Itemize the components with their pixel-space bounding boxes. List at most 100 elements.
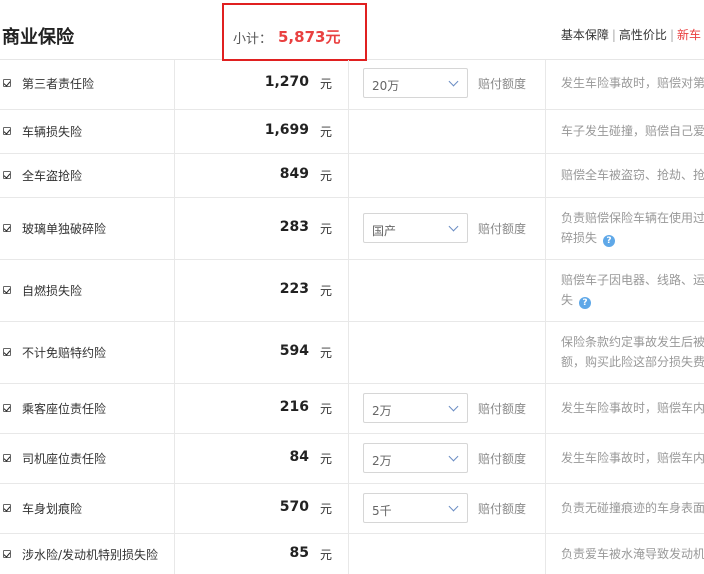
column-divider (545, 110, 546, 153)
price-unit: 元 (320, 402, 333, 416)
column-divider (545, 434, 546, 483)
insurance-row: 自燃损失险 223 元 赔偿车子因电器、线路、运失? (0, 260, 704, 322)
column-divider (348, 110, 349, 153)
limit-label: 赔付额度 (478, 222, 527, 236)
insurance-row: 乘客座位责任险 216 元 2万 赔付额度 发生车险事故时，赔偿车内 (0, 384, 704, 434)
chevron-down-icon (448, 76, 459, 87)
description-line: 负责爱车被水淹导致发动机 (561, 547, 704, 561)
price-unit: 元 (320, 222, 333, 236)
price-unit: 元 (320, 169, 333, 183)
package-tab-value[interactable]: 高性价比 (616, 28, 670, 42)
column-divider (174, 60, 175, 109)
header: 商业保险 小计： 5,873元 基本保障 | 高性价比 | 新车 (0, 0, 704, 61)
column-divider (174, 534, 175, 574)
column-divider (545, 198, 546, 259)
column-divider (174, 110, 175, 153)
column-divider (545, 154, 546, 197)
coverage-price: 594 (279, 343, 309, 359)
package-tab-basic[interactable]: 基本保障 (558, 28, 612, 42)
coverage-description: 负责无碰撞痕迹的车身表面 (561, 498, 704, 518)
checkbox[interactable] (3, 286, 11, 294)
description-line: 赔偿车子因电器、线路、运 (561, 273, 704, 287)
insurance-row: 不计免赔特约险 594 元 保险条款约定事故发生后被 额，购买此险这部分损失费 (0, 322, 704, 384)
checkbox[interactable] (3, 348, 11, 356)
coverage-limit-select[interactable]: 5千 (363, 493, 468, 523)
description-line: 保险条款约定事故发生后被 (561, 335, 704, 349)
coverage-description: 赔偿全车被盗窃、抢劫、抢 (561, 165, 704, 185)
column-divider (174, 434, 175, 483)
column-divider (545, 322, 546, 383)
insurance-row: 车身划痕险 570 元 5千 赔付额度 负责无碰撞痕迹的车身表面 (0, 484, 704, 534)
coverage-name: 涉水险/发动机特别损失险 (22, 548, 159, 562)
coverage-name: 第三者责任险 (22, 77, 95, 91)
column-divider (348, 260, 349, 321)
coverage-price: 223 (279, 281, 309, 297)
description-line: 额，购买此险这部分损失费 (561, 355, 704, 369)
subtotal-value: 5,873元 (278, 28, 341, 46)
package-tabs: 基本保障 | 高性价比 | 新车 (558, 26, 704, 43)
coverage-description: 发生车险事故时，赔偿车内 (561, 448, 704, 468)
coverage-description: 负责赔偿保险车辆在使用过 碎损失? (561, 208, 704, 248)
coverage-price: 1,270 (264, 74, 309, 90)
insurance-row: 玻璃单独破碎险 283 元 国产 赔付额度 负责赔偿保险车辆在使用过 碎损失? (0, 198, 704, 260)
coverage-name: 全车盗抢险 (22, 169, 83, 183)
insurance-row: 第三者责任险 1,270 元 20万 赔付额度 发生车险事故时，赔偿对第 (0, 60, 704, 110)
package-tab-new-car[interactable]: 新车 (674, 28, 704, 42)
coverage-description: 保险条款约定事故发生后被 额，购买此险这部分损失费 (561, 332, 704, 372)
chevron-down-icon (448, 221, 459, 232)
coverage-name: 司机座位责任险 (22, 452, 107, 466)
subtotal-label: 小计： (233, 32, 273, 47)
description-line: 碎损失 (561, 231, 598, 245)
description-line: 发生车险事故时，赔偿车内 (561, 401, 704, 415)
coverage-name: 玻璃单独破碎险 (22, 222, 107, 236)
column-divider (174, 260, 175, 321)
chevron-down-icon (448, 401, 459, 412)
select-value: 20万 (372, 79, 400, 93)
coverage-limit-select[interactable]: 20万 (363, 68, 468, 98)
coverage-name: 车身划痕险 (22, 502, 83, 516)
subtotal-box: 小计： 5,873元 (222, 3, 367, 61)
checkbox[interactable] (3, 550, 11, 558)
checkbox[interactable] (3, 504, 11, 512)
column-divider (174, 384, 175, 433)
description-line: 失 (561, 293, 574, 307)
coverage-limit-select[interactable]: 2万 (363, 393, 468, 423)
column-divider (348, 198, 349, 259)
chevron-down-icon (448, 451, 459, 462)
checkbox[interactable] (3, 404, 11, 412)
insurance-row: 司机座位责任险 84 元 2万 赔付额度 发生车险事故时，赔偿车内 (0, 434, 704, 484)
column-divider (348, 322, 349, 383)
coverage-name: 不计免赔特约险 (22, 346, 107, 360)
checkbox[interactable] (3, 454, 11, 462)
coverage-description: 发生车险事故时，赔偿车内 (561, 398, 704, 418)
checkbox[interactable] (3, 127, 11, 135)
checkbox[interactable] (3, 171, 11, 179)
question-mark-icon[interactable]: ? (579, 297, 592, 309)
checkbox[interactable] (3, 79, 11, 87)
coverage-limit-select[interactable]: 国产 (363, 213, 468, 243)
coverage-description: 车子发生碰撞，赔偿自己爱 (561, 121, 704, 141)
chevron-down-icon (448, 501, 459, 512)
coverage-price: 84 (289, 449, 309, 465)
insurance-row: 车辆损失险 1,699 元 车子发生碰撞，赔偿自己爱 (0, 110, 704, 154)
coverage-price: 1,699 (264, 122, 309, 138)
limit-label: 赔付额度 (478, 77, 527, 91)
question-mark-icon[interactable]: ? (603, 235, 616, 247)
price-unit: 元 (320, 452, 333, 466)
coverage-limit-select[interactable]: 2万 (363, 443, 468, 473)
coverage-price: 570 (279, 499, 309, 515)
coverage-price: 216 (279, 399, 309, 415)
column-divider (545, 534, 546, 574)
coverage-price: 849 (279, 166, 309, 182)
column-divider (545, 484, 546, 533)
coverage-description: 发生车险事故时，赔偿对第 (561, 73, 704, 93)
select-value: 2万 (372, 454, 392, 468)
price-unit: 元 (320, 284, 333, 298)
limit-label: 赔付额度 (478, 502, 527, 516)
column-divider (348, 154, 349, 197)
column-divider (348, 384, 349, 433)
insurance-row: 涉水险/发动机特别损失险 85 元 负责爱车被水淹导致发动机 (0, 534, 704, 574)
checkbox[interactable] (3, 224, 11, 232)
coverage-name: 车辆损失险 (22, 125, 83, 139)
coverage-price: 283 (279, 219, 309, 235)
